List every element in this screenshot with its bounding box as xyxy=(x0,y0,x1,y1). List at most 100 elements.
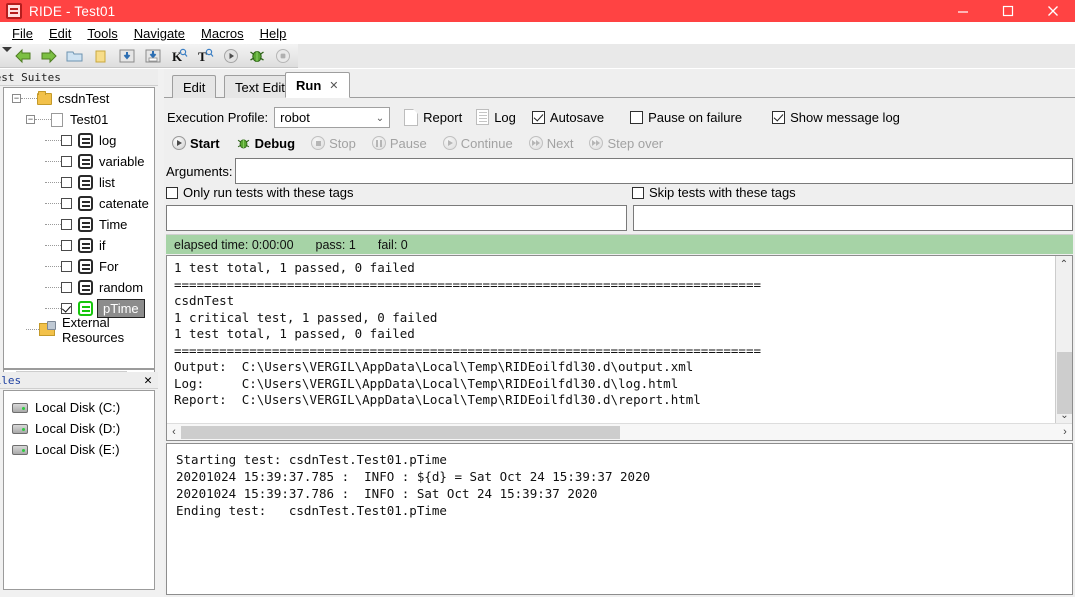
skip-tags-input[interactable] xyxy=(633,205,1073,231)
list-item[interactable]: Local Disk (D:) xyxy=(4,418,154,439)
tree-item-time[interactable]: Time xyxy=(4,214,154,235)
scroll-up-icon[interactable]: ⌃ xyxy=(1056,256,1072,272)
stop-icon[interactable] xyxy=(270,44,296,68)
report-button[interactable]: Report xyxy=(423,110,462,125)
pause-icon xyxy=(371,136,386,150)
tree-checkbox[interactable] xyxy=(61,240,72,251)
forward-arrow-icon[interactable] xyxy=(36,44,62,68)
tab-close-icon[interactable]: ✕ xyxy=(329,79,338,92)
tab-run[interactable]: Run ✕ xyxy=(285,72,350,98)
log-document-icon[interactable] xyxy=(476,109,490,125)
tree-item-external-resources[interactable]: External Resources xyxy=(4,315,154,345)
files-list[interactable]: Local Disk (C:) Local Disk (D:) Local Di… xyxy=(3,390,155,590)
menu-edit[interactable]: Edit xyxy=(41,24,79,43)
robot-icon xyxy=(78,217,93,232)
back-arrow-icon[interactable] xyxy=(10,44,36,68)
tags-row: Only run tests with these tags Skip test… xyxy=(166,185,1073,205)
menu-help[interactable]: Help xyxy=(252,24,295,43)
maximize-icon[interactable] xyxy=(985,0,1030,22)
menu-file[interactable]: File xyxy=(4,24,41,43)
tree-item-csdntest[interactable]: − csdnTest xyxy=(4,88,154,109)
checkbox-box[interactable] xyxy=(632,186,644,199)
tree-item-variable[interactable]: variable xyxy=(4,151,154,172)
tree-item-for[interactable]: For xyxy=(4,256,154,277)
scroll-thumb[interactable] xyxy=(181,425,620,439)
tree-checkbox[interactable] xyxy=(61,135,72,146)
chevron-down-icon[interactable]: ⌄ xyxy=(376,113,384,124)
console-vertical-scrollbar[interactable]: ⌃ ⌄ xyxy=(1055,256,1072,423)
scroll-down-icon[interactable]: ⌄ xyxy=(1056,407,1073,423)
checkbox-box[interactable] xyxy=(166,186,178,199)
menu-macros[interactable]: Macros xyxy=(193,24,252,43)
new-folder-icon[interactable] xyxy=(88,44,114,68)
scroll-track[interactable] xyxy=(181,425,1058,440)
only-run-tags-input[interactable] xyxy=(166,205,627,231)
toolbar-empty-area xyxy=(298,43,1075,68)
arguments-input[interactable] xyxy=(235,158,1073,184)
save-icon[interactable] xyxy=(114,44,140,68)
show-message-log-checkbox[interactable]: Show message log xyxy=(772,110,900,125)
tree-item-random[interactable]: random xyxy=(4,277,154,298)
tree-item-log[interactable]: log xyxy=(4,130,154,151)
keyword-search-icon[interactable]: K xyxy=(166,44,192,68)
autosave-checkbox[interactable]: Autosave xyxy=(531,110,604,125)
checkbox-box[interactable] xyxy=(531,110,545,124)
pause-button: Pause xyxy=(371,136,427,151)
test-suites-tree[interactable]: − csdnTest − Test01 log variable list ca… xyxy=(3,87,155,369)
run-icon[interactable] xyxy=(218,44,244,68)
files-close-icon[interactable]: ✕ xyxy=(144,373,152,388)
next-button: Next xyxy=(528,136,573,151)
next-icon xyxy=(528,136,543,150)
list-item[interactable]: Local Disk (C:) xyxy=(4,397,154,418)
list-item[interactable]: Local Disk (E:) xyxy=(4,439,154,460)
console-horizontal-scrollbar[interactable]: ‹ › xyxy=(167,423,1072,440)
scroll-right-icon[interactable]: › xyxy=(1058,426,1072,438)
debug-bug-icon[interactable] xyxy=(244,44,270,68)
stop-label: Stop xyxy=(329,135,356,151)
message-log-panel[interactable]: Starting test: csdnTest.Test01.pTime 202… xyxy=(166,443,1073,595)
disk-icon xyxy=(12,423,28,434)
expander-icon[interactable]: − xyxy=(26,115,35,124)
report-document-icon[interactable] xyxy=(404,108,419,126)
continue-icon xyxy=(442,136,457,150)
scroll-left-icon[interactable]: ‹ xyxy=(167,426,181,438)
tree-item-test01[interactable]: − Test01 xyxy=(4,109,154,130)
only-run-tags-checkbox[interactable]: Only run tests with these tags xyxy=(166,185,354,200)
checkbox-box[interactable] xyxy=(630,110,644,124)
tree-checkbox[interactable] xyxy=(61,156,72,167)
robot-icon xyxy=(78,280,93,295)
tree-checkbox[interactable] xyxy=(61,261,72,272)
menu-navigate[interactable]: Navigate xyxy=(126,24,193,43)
tree-checkbox[interactable] xyxy=(61,303,72,314)
scroll-thumb[interactable] xyxy=(1057,352,1072,414)
text-search-icon[interactable]: T xyxy=(192,44,218,68)
close-icon[interactable] xyxy=(1030,0,1075,22)
start-button[interactable]: Start xyxy=(172,136,220,151)
tree-item-if[interactable]: if xyxy=(4,235,154,256)
pause-on-failure-checkbox[interactable]: Pause on failure xyxy=(630,110,742,125)
log-button[interactable]: Log xyxy=(494,110,516,125)
tree-label: variable xyxy=(99,154,145,169)
expander-icon[interactable]: − xyxy=(12,94,21,103)
tree-checkbox[interactable] xyxy=(61,219,72,230)
tree-checkbox[interactable] xyxy=(61,177,72,188)
checkbox-box[interactable] xyxy=(772,110,786,124)
minimize-icon[interactable] xyxy=(940,0,985,22)
console-output-panel[interactable]: 1 test total, 1 passed, 0 failed =======… xyxy=(166,255,1073,441)
execution-profile-select[interactable]: robot ⌄ xyxy=(274,106,391,128)
tree-item-catenate[interactable]: catenate xyxy=(4,193,154,214)
debug-button[interactable]: Debug xyxy=(236,136,295,151)
tree-checkbox[interactable] xyxy=(61,282,72,293)
save-all-icon[interactable] xyxy=(140,44,166,68)
tree-checkbox[interactable] xyxy=(61,198,72,209)
toolbar: K T xyxy=(0,43,1075,68)
tree-item-list[interactable]: list xyxy=(4,172,154,193)
tree-label: For xyxy=(99,259,119,274)
menu-tools[interactable]: Tools xyxy=(79,24,125,43)
test-suites-title: Test Suites xyxy=(0,70,61,84)
open-folder-icon[interactable] xyxy=(62,44,88,68)
toolbar-grip-icon[interactable] xyxy=(0,44,12,68)
skip-tags-checkbox[interactable]: Skip tests with these tags xyxy=(632,185,796,200)
stop-button: Stop xyxy=(311,136,356,151)
tab-edit[interactable]: Edit xyxy=(172,75,217,98)
